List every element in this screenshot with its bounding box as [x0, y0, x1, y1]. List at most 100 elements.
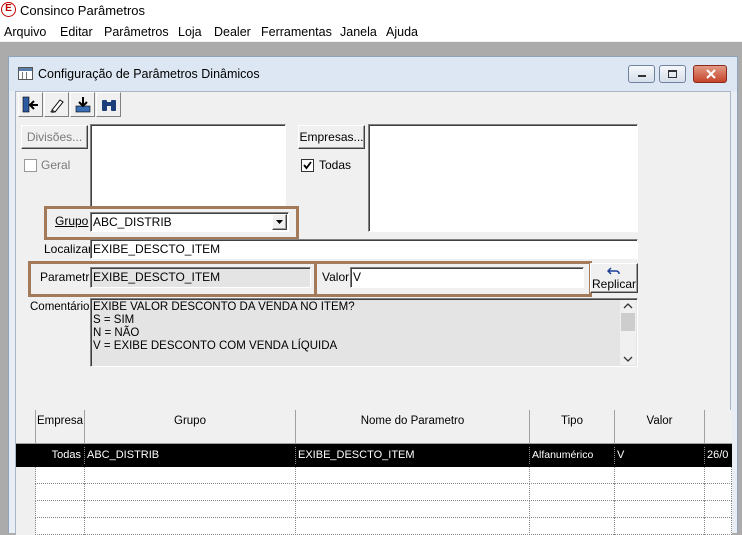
- empty-cell: [615, 501, 705, 518]
- comentarios-scrollbar[interactable]: [620, 300, 636, 365]
- parametro-value: EXIBE_DESCTO_ITEM: [93, 270, 221, 284]
- menu-ferramentas[interactable]: Ferramentas: [261, 25, 332, 39]
- grid-header-empresa[interactable]: Empresa: [36, 410, 85, 444]
- app-titlebar: E Consinco Parâmetros: [0, 0, 742, 22]
- save-button[interactable]: [70, 92, 95, 117]
- window-titlebar[interactable]: Configuração de Parâmetros Dinâmicos: [9, 57, 737, 91]
- grupo-dropdown[interactable]: ABC_DISTRIB: [90, 212, 289, 232]
- empty-cell: [85, 484, 296, 501]
- checkmark-icon: [303, 161, 312, 170]
- empty-cell: [530, 484, 615, 501]
- empty-cell: [615, 467, 705, 484]
- valor-label: Valor: [322, 270, 350, 284]
- grid-header-valor[interactable]: Valor: [615, 410, 705, 444]
- grupo-value: ABC_DISTRIB: [93, 215, 172, 229]
- window-body: Divisões... Geral Empresas... Todas Grup…: [15, 91, 732, 535]
- exit-button[interactable]: [18, 92, 43, 117]
- scroll-down-icon[interactable]: [620, 353, 636, 365]
- grid-corner: [16, 410, 36, 444]
- dropdown-arrow-button[interactable]: [272, 214, 287, 230]
- empty-cell: [296, 467, 530, 484]
- comentarios-line: EXIBE VALOR DESCONTO DA VENDA NO ITEM?: [93, 301, 355, 313]
- empty-table-row[interactable]: [16, 501, 732, 518]
- close-button[interactable]: [693, 65, 727, 83]
- search-button[interactable]: [96, 92, 121, 117]
- empty-cell: [85, 467, 296, 484]
- app-title: Consinco Parâmetros: [20, 3, 145, 18]
- scroll-up-icon[interactable]: [620, 300, 636, 312]
- empty-cell: [296, 518, 530, 535]
- menu-dealer[interactable]: Dealer: [214, 25, 251, 39]
- cell-extra: 26/0: [707, 449, 729, 461]
- empty-table-row[interactable]: [16, 467, 732, 484]
- comentarios-label: Comentários: [30, 301, 96, 313]
- save-icon: [75, 97, 91, 113]
- app-logo-icon: E: [1, 2, 16, 17]
- empty-cell: [296, 484, 530, 501]
- empty-cell: [530, 467, 615, 484]
- menu-arquivo[interactable]: Arquivo: [4, 25, 46, 39]
- empty-cell: [530, 501, 615, 518]
- replicar-label: Replicar: [591, 277, 636, 291]
- empty-cell: [16, 484, 36, 501]
- eraser-icon: [50, 99, 64, 113]
- divisoes-button[interactable]: Divisões...: [21, 125, 88, 149]
- cell-valor: V: [615, 447, 705, 464]
- empty-table-row[interactable]: [16, 518, 732, 535]
- grid-header-extra[interactable]: [705, 410, 732, 444]
- todas-checkbox[interactable]: [301, 159, 314, 172]
- empresas-button[interactable]: Empresas...: [298, 125, 365, 149]
- empty-cell: [705, 518, 732, 535]
- empresas-list[interactable]: [368, 124, 638, 232]
- minimize-icon: [638, 75, 646, 77]
- table-row[interactable]: Todas ABC_DISTRIB EXIBE_DESCTO_ITEM Alfa…: [16, 447, 732, 464]
- empty-cell: [16, 518, 36, 535]
- window-table-icon: [18, 67, 33, 80]
- grid-header-grupo[interactable]: Grupo: [85, 410, 296, 444]
- empty-cell: [705, 501, 732, 518]
- replicar-button[interactable]: Replicar: [590, 263, 638, 293]
- empty-cell: [36, 467, 85, 484]
- empty-cell: [705, 484, 732, 501]
- minimize-button[interactable]: [628, 65, 655, 83]
- empty-cell: [85, 518, 296, 535]
- menu-parametros[interactable]: Parâmetros: [104, 25, 169, 39]
- exit-icon: [22, 96, 38, 113]
- parametro-field: EXIBE_DESCTO_ITEM: [90, 267, 311, 288]
- comentarios-line: N = NÃO: [93, 327, 140, 339]
- menu-janela[interactable]: Janela: [340, 25, 377, 39]
- empty-cell: [705, 467, 732, 484]
- parameters-grid: Empresa Grupo Nome do Parametro Tipo Val…: [16, 410, 732, 535]
- comentarios-textarea[interactable]: EXIBE VALOR DESCONTO DA VENDA NO ITEM? S…: [90, 298, 638, 367]
- grid-header-tipo[interactable]: Tipo: [530, 410, 615, 444]
- valor-input[interactable]: V: [350, 267, 584, 288]
- divisoes-list[interactable]: [90, 124, 286, 207]
- menu-editar[interactable]: Editar: [60, 25, 93, 39]
- localizar-value: EXIBE_DESCTO_ITEM: [93, 242, 221, 256]
- cell-nome-parametro: EXIBE_DESCTO_ITEM: [296, 447, 530, 464]
- empty-cell: [36, 484, 85, 501]
- menubar: Arquivo Editar Parâmetros Loja Dealer Fe…: [0, 22, 742, 42]
- eraser-button[interactable]: [44, 92, 69, 117]
- menu-ajuda[interactable]: Ajuda: [386, 25, 418, 39]
- maximize-button[interactable]: [659, 65, 686, 83]
- empty-cell: [615, 484, 705, 501]
- grupo-label: Grupo: [55, 214, 89, 228]
- parametro-label: Parametro: [40, 270, 97, 284]
- undo-arrow-icon: [607, 267, 620, 275]
- valor-value: V: [353, 270, 362, 284]
- comentarios-text: EXIBE VALOR DESCONTO DA VENDA NO ITEM? S…: [93, 301, 355, 353]
- close-icon: [706, 69, 716, 79]
- empty-table-row[interactable]: [16, 484, 732, 501]
- empty-cell: [615, 518, 705, 535]
- geral-checkbox[interactable]: [24, 159, 37, 172]
- scrollbar-thumb[interactable]: [621, 313, 635, 331]
- menu-loja[interactable]: Loja: [178, 25, 202, 39]
- child-window: Configuração de Parâmetros Dinâmicos Div…: [8, 56, 738, 535]
- empty-cell: [530, 518, 615, 535]
- cell-tipo: Alfanumérico: [530, 447, 615, 464]
- cell-grupo: ABC_DISTRIB: [85, 447, 296, 464]
- geral-label: Geral: [41, 158, 71, 172]
- localizar-input[interactable]: EXIBE_DESCTO_ITEM: [90, 239, 638, 259]
- grid-header-nome-parametro[interactable]: Nome do Parametro: [296, 410, 530, 444]
